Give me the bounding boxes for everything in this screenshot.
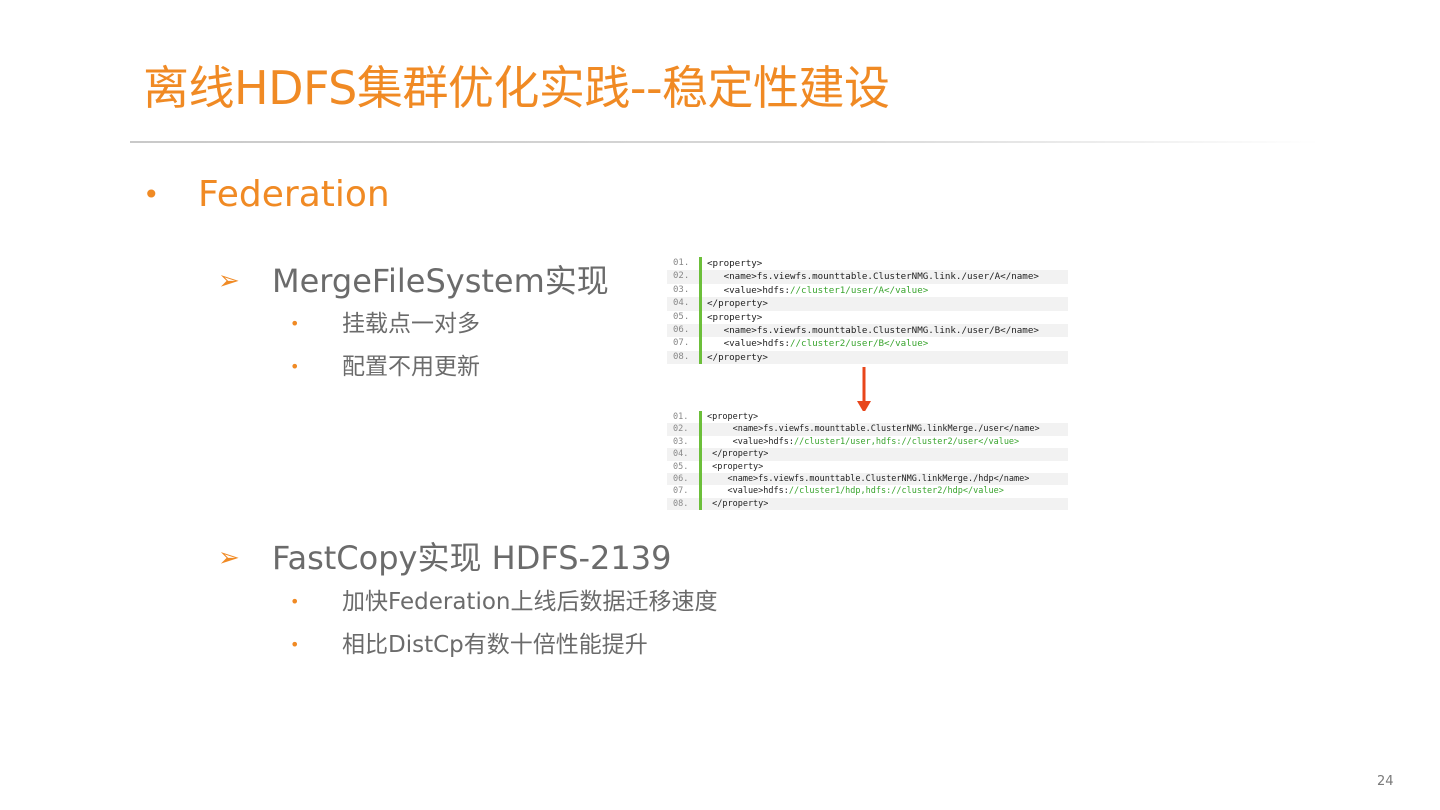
code-string: //cluster1/hdp,hdfs://cluster2/hdp</valu… <box>788 486 1004 497</box>
code-text: <name>fs.viewfs.mounttable.ClusterNMG.li… <box>707 271 1039 283</box>
code-text: <value>hdfs://cluster1/user,hdfs://clust… <box>707 436 1020 447</box>
code-text: <name>fs.viewfs.mounttable.ClusterNMG.li… <box>707 324 1039 336</box>
line-number: 08. <box>673 498 689 509</box>
section-heading: FastCopy实现 HDFS-2139 <box>272 539 672 577</box>
arrow-bullet-icon: ➢ <box>218 266 240 296</box>
code-line: 06. <name>fs.viewfs.mounttable.ClusterNM… <box>667 323 1068 338</box>
gutter-bar <box>699 297 702 311</box>
line-number: 05. <box>673 311 690 322</box>
gutter-bar <box>699 323 702 338</box>
code-line: 04. </property> <box>667 448 1068 461</box>
gutter-bar <box>699 411 702 424</box>
code-line: 02. <name>fs.viewfs.mounttable.ClusterNM… <box>667 423 1068 436</box>
gutter-bar <box>699 497 702 511</box>
code-line: 07. <value>hdfs://cluster1/hdp,hdfs://cl… <box>667 485 1068 498</box>
slide-title: 离线HDFS集群优化实践--稳定性建设 <box>143 61 890 115</box>
bullet-text: Federation <box>198 174 390 215</box>
code-block-after: 01. <property> 02. <name>fs.viewfs.mountta… <box>667 411 1068 511</box>
line-number: 04. <box>673 298 690 309</box>
line-number: 06. <box>673 473 689 484</box>
line-number: 08. <box>673 351 690 362</box>
down-arrow-icon <box>857 367 871 413</box>
code-text: <name>fs.viewfs.mounttable.ClusterNMG.li… <box>707 424 1040 435</box>
code-line: 02. <name>fs.viewfs.mounttable.ClusterNM… <box>667 270 1068 284</box>
line-number: 05. <box>673 461 689 472</box>
code-text: </property> <box>707 298 768 310</box>
gutter-bar <box>699 472 702 486</box>
list-item-text: 配置不用更新 <box>342 354 480 380</box>
code-line: 08. </property> <box>667 497 1068 511</box>
code-text: <value>hdfs://cluster1/hdp,hdfs://cluste… <box>707 486 1004 497</box>
gutter-bar <box>699 448 702 461</box>
line-number: 02. <box>673 424 689 435</box>
code-text: </property> <box>707 351 768 363</box>
code-string: //cluster1/user/A</value> <box>789 284 929 296</box>
dot-icon: • <box>290 314 300 333</box>
gutter-bar <box>699 435 702 449</box>
code-text: <property> <box>707 412 759 422</box>
dot-icon: • <box>290 357 300 376</box>
code-line: 06. <name>fs.viewfs.mounttable.ClusterNM… <box>667 472 1068 486</box>
line-number: 04. <box>673 449 689 460</box>
gutter-bar <box>699 283 702 298</box>
code-line: 05. <property> <box>667 310 1068 324</box>
code-text: </property> <box>707 498 769 509</box>
list-item-text: 相比DistCp有数十倍性能提升 <box>342 632 648 658</box>
line-number: 02. <box>673 271 690 282</box>
gutter-bar <box>699 460 702 473</box>
code-text: <value>hdfs://cluster1/user/A</value> <box>707 284 929 296</box>
code-text: <value>hdfs://cluster2/user/B</value> <box>707 338 929 350</box>
list-item-text: 加快Federation上线后数据迁移速度 <box>342 589 718 615</box>
gutter-bar <box>699 350 702 365</box>
code-line: 08. </property> <box>667 350 1068 365</box>
page-number: 24 <box>1377 774 1394 789</box>
gutter-bar <box>699 485 702 498</box>
line-number: 07. <box>673 486 689 497</box>
line-number: 07. <box>673 338 690 349</box>
code-line: 04. </property> <box>667 297 1068 311</box>
arrow-bullet-icon: ➢ <box>218 543 240 573</box>
code-line: 05. <property> <box>667 460 1068 473</box>
list-item-text: 挂载点一对多 <box>342 311 480 337</box>
title-divider <box>130 141 1320 143</box>
dot-icon: • <box>290 592 300 611</box>
code-text: <name>fs.viewfs.mounttable.ClusterNMG.li… <box>707 473 1030 484</box>
line-number: 06. <box>673 324 690 335</box>
code-string: //cluster1/user,hdfs://cluster2/user</va… <box>794 436 1020 447</box>
code-line: 03. <value>hdfs://cluster1/user/A</value… <box>667 283 1068 298</box>
code-text: <property> <box>707 461 764 472</box>
gutter-bar <box>699 337 702 351</box>
gutter-bar <box>699 257 702 271</box>
gutter-bar <box>699 423 702 436</box>
code-line: 01. <property> <box>667 257 1068 271</box>
code-line: 07. <value>hdfs://cluster2/user/B</value… <box>667 337 1068 351</box>
code-text: </property> <box>707 449 769 460</box>
section-heading: MergeFileSystem实现 <box>272 262 609 300</box>
code-text: <property> <box>707 311 763 323</box>
code-line: 03. <value>hdfs://cluster1/user,hdfs://c… <box>667 435 1068 449</box>
code-string: //cluster2/user/B</value> <box>789 338 929 350</box>
code-text: <property> <box>707 258 763 269</box>
line-number: 01. <box>673 412 689 422</box>
code-block-before: 01. <property> 02. <name>fs.viewfs.mountta… <box>667 257 1068 365</box>
line-number: 03. <box>673 436 689 447</box>
code-line: 01. <property> <box>667 411 1068 424</box>
bullet-dot-icon: • <box>143 178 160 211</box>
dot-icon: • <box>290 635 300 654</box>
line-number: 01. <box>673 258 690 268</box>
line-number: 03. <box>673 284 690 295</box>
gutter-bar <box>699 310 702 324</box>
gutter-bar <box>699 270 702 284</box>
